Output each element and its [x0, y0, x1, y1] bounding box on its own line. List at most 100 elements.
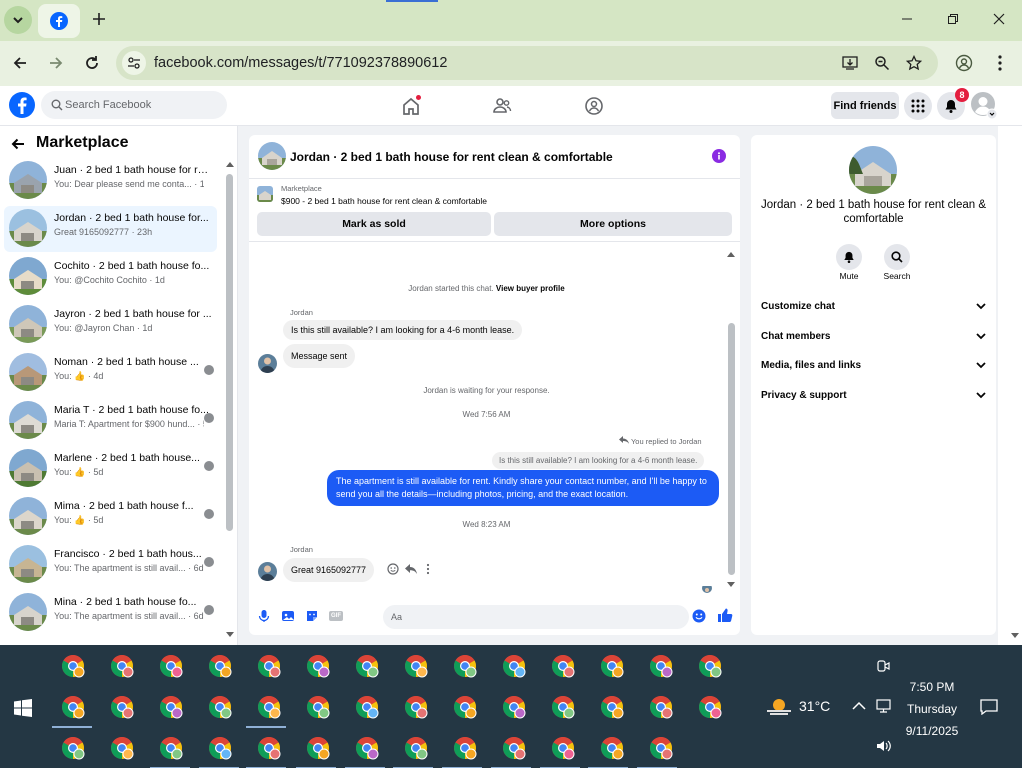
chrome-taskbar-icon[interactable]	[502, 654, 526, 678]
message-input[interactable]: Aa	[383, 605, 689, 629]
chrome-taskbar-icon[interactable]	[551, 654, 575, 678]
mute-button[interactable]	[836, 244, 862, 270]
outgoing-message[interactable]: The apartment is still available for ren…	[327, 470, 719, 506]
chrome-taskbar-icon[interactable]	[600, 736, 624, 760]
emoji-icon[interactable]	[692, 609, 706, 623]
chrome-taskbar-icon[interactable]	[453, 654, 477, 678]
facebook-search-input[interactable]: Search Facebook	[41, 91, 227, 119]
chrome-taskbar-icon[interactable]	[404, 736, 428, 760]
thumbs-up-icon[interactable]	[717, 607, 733, 623]
chat-info-button[interactable]	[712, 149, 726, 163]
scroll-down-icon[interactable]	[225, 631, 235, 639]
minimize-button[interactable]	[896, 8, 918, 30]
listing-thumbnail[interactable]	[257, 186, 273, 202]
conversation-item[interactable]: Juan · 2 bed 1 bath house for re... You: …	[4, 158, 217, 204]
bookmark-button[interactable]	[904, 53, 924, 73]
incoming-message[interactable]: Message sent	[283, 344, 356, 368]
browser-menu-button[interactable]	[990, 53, 1010, 73]
details-row[interactable]: Customize chat	[761, 301, 986, 321]
chrome-taskbar-icon[interactable]	[159, 695, 183, 719]
mark-as-sold-button[interactable]: Mark as sold	[257, 212, 491, 236]
sender-avatar[interactable]	[258, 562, 277, 581]
reload-button[interactable]	[80, 51, 104, 75]
page-scroll-down-icon[interactable]	[1010, 632, 1020, 640]
forward-button[interactable]	[44, 51, 68, 75]
account-button[interactable]	[971, 92, 999, 120]
site-info-button[interactable]	[122, 51, 146, 75]
details-row[interactable]: Media, files and links	[761, 360, 986, 380]
chrome-taskbar-icon[interactable]	[453, 695, 477, 719]
chrome-taskbar-icon[interactable]	[159, 654, 183, 678]
chrome-taskbar-icon[interactable]	[306, 654, 330, 678]
chrome-taskbar-icon[interactable]	[306, 695, 330, 719]
facebook-logo-icon[interactable]	[9, 92, 35, 118]
url-text[interactable]: facebook.com/messages/t/771092378890612	[154, 55, 447, 71]
conversation-item[interactable]: Noman · 2 bed 1 bath house ... You: 👍 · 4…	[4, 350, 217, 396]
scroll-up-icon[interactable]	[726, 250, 736, 258]
groups-nav-button[interactable]	[579, 91, 609, 121]
chat-scrollbar[interactable]	[728, 323, 735, 575]
zoom-button[interactable]	[872, 53, 892, 73]
temperature[interactable]: 31°C	[799, 698, 830, 714]
chrome-taskbar-icon[interactable]	[257, 695, 281, 719]
chrome-taskbar-icon[interactable]	[600, 654, 624, 678]
tab-search-button[interactable]	[4, 6, 32, 34]
meet-now-icon[interactable]	[876, 659, 890, 673]
conversation-item[interactable]: Francisco · 2 bed 1 bath hous... You: The…	[4, 542, 217, 588]
search-in-chat-button[interactable]	[884, 244, 910, 270]
chrome-taskbar-icon[interactable]	[649, 654, 673, 678]
details-row[interactable]: Chat members	[761, 331, 986, 351]
conversation-item[interactable]: Jayron · 2 bed 1 bath house for ... You: …	[4, 302, 217, 348]
friends-nav-button[interactable]	[487, 91, 517, 121]
details-row[interactable]: Privacy & support	[761, 390, 986, 410]
new-tab-button[interactable]	[88, 8, 110, 30]
weather-sun-icon[interactable]	[766, 697, 792, 717]
chrome-taskbar-icon[interactable]	[257, 654, 281, 678]
chrome-taskbar-icon[interactable]	[355, 736, 379, 760]
chrome-taskbar-icon[interactable]	[208, 736, 232, 760]
chrome-taskbar-icon[interactable]	[551, 736, 575, 760]
chrome-taskbar-icon[interactable]	[61, 695, 85, 719]
gif-icon[interactable]: GIF	[329, 611, 343, 621]
reply-icon[interactable]	[405, 563, 417, 575]
close-window-button[interactable]	[988, 8, 1010, 30]
conversation-item[interactable]: Maria T · 2 bed 1 bath house fo... Maria …	[4, 398, 217, 444]
chrome-taskbar-icon[interactable]	[208, 654, 232, 678]
chrome-taskbar-icon[interactable]	[698, 654, 722, 678]
conversation-item[interactable]: Mima · 2 bed 1 bath house f... You: 👍 · 5…	[4, 494, 217, 540]
react-emoji-icon[interactable]	[387, 563, 399, 575]
chrome-taskbar-icon[interactable]	[110, 695, 134, 719]
taskbar-clock[interactable]: 7:50 PM Thursday 9/11/2025	[880, 676, 984, 742]
quoted-message[interactable]: Is this still available? I am looking fo…	[492, 452, 705, 469]
view-buyer-profile-link[interactable]: View buyer profile	[496, 284, 565, 293]
more-vertical-icon[interactable]	[426, 563, 430, 575]
conversation-item[interactable]: Cochito · 2 bed 1 bath house fo... You: @…	[4, 254, 217, 300]
install-app-button[interactable]	[840, 53, 860, 73]
scroll-down-icon[interactable]	[726, 581, 736, 589]
sender-avatar[interactable]	[258, 354, 277, 373]
sticker-icon[interactable]	[305, 609, 319, 623]
more-options-button[interactable]: More options	[494, 212, 732, 236]
chrome-taskbar-icon[interactable]	[257, 736, 281, 760]
conversation-item[interactable]: Marlene · 2 bed 1 bath house... You: 👍 · …	[4, 446, 217, 492]
restore-button[interactable]	[942, 8, 964, 30]
chat-title[interactable]: Jordan · 2 bed 1 bath house for rent cle…	[290, 150, 613, 164]
chrome-taskbar-icon[interactable]	[61, 736, 85, 760]
chrome-taskbar-icon[interactable]	[110, 654, 134, 678]
conversation-item[interactable]: Jordan · 2 bed 1 bath house for... Great …	[4, 206, 217, 252]
chrome-taskbar-icon[interactable]	[502, 695, 526, 719]
menu-button[interactable]	[904, 92, 932, 120]
microphone-icon[interactable]	[258, 609, 270, 623]
windows-start-icon[interactable]	[14, 699, 32, 717]
chrome-taskbar-icon[interactable]	[61, 654, 85, 678]
back-to-chats-button[interactable]	[8, 134, 28, 154]
chrome-taskbar-icon[interactable]	[649, 695, 673, 719]
chrome-taskbar-icon[interactable]	[698, 695, 722, 719]
home-nav-button[interactable]	[396, 91, 426, 121]
listing-avatar[interactable]	[258, 142, 286, 170]
chrome-taskbar-icon[interactable]	[110, 736, 134, 760]
find-friends-button[interactable]: Find friends	[831, 92, 899, 119]
incoming-message[interactable]: Great 9165092777	[283, 558, 375, 582]
photo-icon[interactable]	[281, 609, 295, 623]
listing-title[interactable]: $900 - 2 bed 1 bath house for rent clean…	[281, 196, 487, 206]
